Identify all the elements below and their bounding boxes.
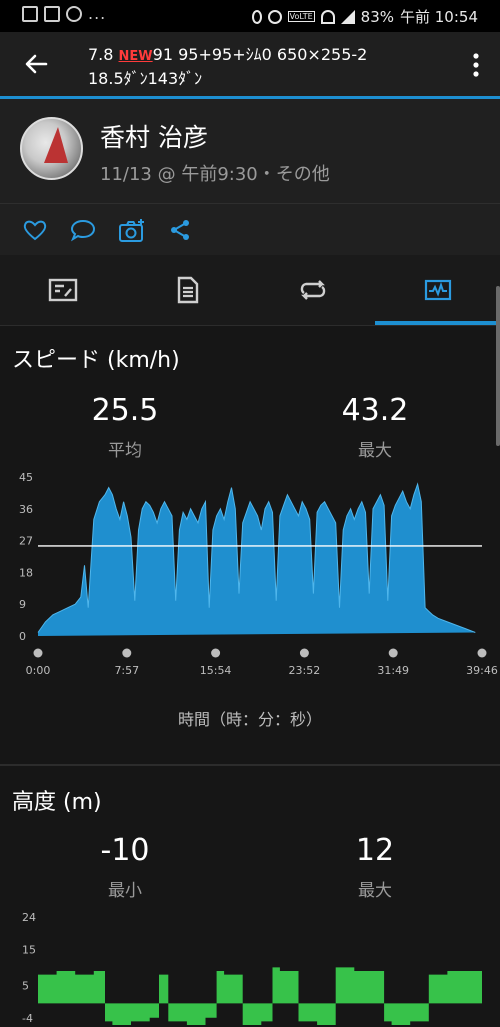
battery-level: 83% [360, 7, 394, 26]
speed-y-tick-label: 27 [19, 535, 33, 548]
altitude-area [38, 967, 482, 1025]
max-altitude-value: 12 [355, 833, 395, 868]
speed-x-tick-label: 39:46 [466, 664, 498, 677]
volte-icon: VoLTE [287, 11, 315, 22]
x-tick-dot [388, 648, 398, 658]
speed-y-tick-label: 45 [19, 471, 33, 484]
youtube-icon [44, 6, 60, 22]
app-bar: 7.8 NEW91 95+95+ｼﾑ0 650×255-2 18.5ﾀﾞﾝ143… [0, 32, 500, 96]
speed-y-tick-label: 9 [19, 598, 26, 611]
max-altitude-label: 最大 [358, 881, 392, 901]
time-axis-caption: 時間（時：分：秒） [177, 710, 322, 729]
more-vert-icon[interactable] [472, 52, 480, 78]
speed-x-tick-label: 15:54 [200, 664, 232, 677]
chart-icon [424, 279, 451, 301]
max-speed-value: 43.2 [341, 393, 409, 428]
more-notifications-icon: ... [88, 4, 107, 23]
avg-speed-value: 25.5 [91, 393, 159, 428]
min-altitude-label: 最小 [108, 881, 142, 901]
altitude-y-tick-label: 15 [22, 943, 36, 956]
altitude-chart[interactable]: 24 15 5 -4 [0, 902, 500, 1027]
loop-icon [300, 280, 325, 300]
speed-x-tick-label: 7:57 [114, 664, 139, 677]
add-photo-icon[interactable] [118, 218, 146, 244]
windsurf-sail-image [44, 127, 68, 163]
speed-y-tick-label: 36 [19, 503, 33, 516]
title-prefix: 7.8 [88, 45, 119, 64]
altitude-y-tick-label: 5 [22, 979, 29, 992]
x-tick-dot [299, 648, 309, 658]
tab-charts[interactable] [375, 255, 500, 325]
speed-x-tick-label: 0:00 [26, 664, 51, 677]
speed-y-tick-label: 18 [19, 566, 33, 579]
activity-title-line2: 18.5ﾀﾞﾝ143ﾀﾞﾝ [88, 69, 203, 88]
activity-date: 11/13 @ 午前9:30・その他 [100, 164, 330, 185]
altitude-y-tick-label: 24 [22, 911, 36, 924]
back-arrow-icon[interactable] [22, 50, 50, 78]
list-icon [177, 276, 198, 304]
tab-overview[interactable] [0, 255, 125, 325]
comment-icon[interactable] [70, 218, 96, 242]
signal-icon [340, 9, 355, 24]
title-suffix: 91 95+95+ｼﾑ0 650×255-2 [152, 45, 368, 64]
x-tick-dot [211, 648, 221, 658]
alarm-icon [267, 9, 282, 24]
speed-chart[interactable]: 45 36 27 18 9 0 0:00 7:57 15:54 23:52 31:49 39:46 [0, 462, 500, 682]
avatar[interactable] [20, 117, 83, 180]
activity-title-line1: 7.8 NEW91 95+95+ｼﾑ0 650×255-2 [88, 41, 367, 65]
system-status: VoLTE 83% 午前 10:54 [251, 6, 478, 27]
tabs-divider [0, 325, 500, 326]
bluetooth-icon [251, 9, 262, 24]
avg-speed-label: 平均 [108, 441, 142, 461]
speed-y-tick-label: 0 [19, 630, 26, 643]
tab-laps[interactable] [250, 255, 375, 325]
altitude-y-tick-label: -4 [22, 1012, 33, 1025]
map-icon [48, 278, 77, 302]
status-bar: ... VoLTE 83% 午前 10:54 [0, 0, 500, 32]
x-tick-dot [33, 648, 43, 658]
max-speed-label: 最大 [358, 441, 392, 461]
user-name[interactable]: 香村 治彦 [100, 118, 208, 154]
speed-x-tick-label: 23:52 [289, 664, 321, 677]
heart-icon[interactable] [22, 218, 48, 242]
x-tick-dot [122, 648, 132, 658]
wifi-icon [320, 9, 335, 24]
tab-bar [0, 255, 500, 325]
speed-x-tick-label: 31:49 [377, 664, 409, 677]
action-bar [0, 203, 500, 255]
new-badge: NEW [118, 49, 153, 64]
notification-icons: ... [22, 6, 106, 22]
tab-stats[interactable] [125, 255, 250, 325]
sync-icon [66, 6, 82, 22]
speed-section-title: スピード (km/h) [12, 348, 180, 373]
clock: 午前 10:54 [400, 8, 478, 26]
x-tick-dot [477, 648, 487, 658]
min-altitude-value: -10 [100, 833, 150, 868]
section-divider [0, 764, 500, 766]
gallery-icon [22, 6, 38, 22]
share-icon[interactable] [168, 218, 192, 242]
scrollbar-thumb[interactable] [496, 286, 500, 446]
altitude-section-title: 高度 (m) [12, 790, 102, 815]
